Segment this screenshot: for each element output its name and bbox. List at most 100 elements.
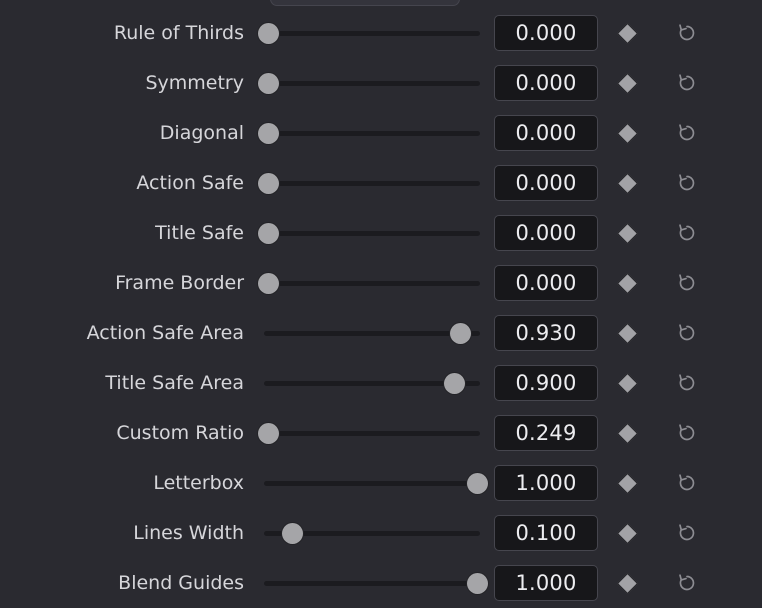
reset-arrow-icon	[674, 470, 700, 496]
reset-arrow-icon	[674, 570, 700, 596]
reset-arrow-icon	[674, 20, 700, 46]
slider-track[interactable]	[264, 31, 480, 36]
parameter-slider[interactable]	[257, 170, 486, 196]
parameter-value-input[interactable]: 0.000	[494, 215, 598, 251]
slider-handle[interactable]	[450, 323, 472, 344]
reset-button[interactable]	[656, 365, 718, 401]
parameter-row: Symmetry 0.000	[0, 58, 762, 108]
slider-track[interactable]	[264, 431, 480, 436]
parameter-slider[interactable]	[258, 470, 489, 496]
parameter-row: Custom Ratio 0.249	[0, 408, 762, 458]
reset-arrow-icon	[674, 120, 700, 146]
parameter-slider[interactable]	[257, 20, 486, 46]
reset-button[interactable]	[656, 65, 718, 101]
slider-handle[interactable]	[257, 223, 279, 244]
reset-arrow-icon	[674, 520, 700, 546]
slider-track[interactable]	[264, 131, 480, 136]
reset-arrow-icon	[674, 70, 700, 96]
slider-track[interactable]	[264, 581, 480, 586]
parameter-slider[interactable]	[257, 270, 486, 296]
slider-track[interactable]	[264, 231, 480, 236]
slider-handle[interactable]	[257, 73, 279, 94]
reset-button[interactable]	[656, 115, 718, 151]
parameter-value-input[interactable]: 0.249	[494, 415, 598, 451]
reset-arrow-icon	[674, 370, 700, 396]
parameter-value-input[interactable]: 0.000	[494, 65, 598, 101]
slider-handle[interactable]	[257, 173, 279, 194]
reset-button[interactable]	[656, 215, 718, 251]
slider-track[interactable]	[264, 331, 480, 336]
reset-arrow-icon	[674, 270, 700, 296]
reset-button[interactable]	[656, 415, 718, 451]
parameter-value-input[interactable]: 0.000	[494, 15, 598, 51]
keyframe-button[interactable]	[598, 165, 656, 201]
reset-arrow-icon	[674, 220, 700, 246]
slider-track[interactable]	[264, 81, 480, 86]
keyframe-button[interactable]	[598, 315, 656, 351]
keyframe-button[interactable]	[598, 115, 656, 151]
reset-button[interactable]	[656, 315, 718, 351]
reset-button[interactable]	[656, 565, 718, 601]
diamond-keyframe-icon	[616, 472, 638, 494]
parameter-slider[interactable]	[257, 220, 486, 246]
parameter-value-input[interactable]: 0.000	[494, 265, 598, 301]
diamond-keyframe-icon	[616, 222, 638, 244]
parameter-slider[interactable]	[257, 70, 486, 96]
slider-handle[interactable]	[257, 23, 279, 44]
parameter-row: Blend Guides 1.000	[0, 558, 762, 608]
slider-handle[interactable]	[467, 573, 489, 594]
reset-button[interactable]	[656, 265, 718, 301]
keyframe-button[interactable]	[598, 465, 656, 501]
parameter-label: Title Safe	[155, 222, 244, 244]
parameter-value-input[interactable]: 0.000	[494, 165, 598, 201]
keyframe-button[interactable]	[598, 65, 656, 101]
parameter-label: Diagonal	[159, 122, 244, 144]
reset-button[interactable]	[656, 515, 718, 551]
parameter-slider[interactable]	[257, 120, 486, 146]
parameter-row: Action Safe 0.000	[0, 158, 762, 208]
parameter-value-input[interactable]: 0.930	[494, 315, 598, 351]
parameter-row: Action Safe Area 0.930	[0, 308, 762, 358]
reset-arrow-icon	[674, 420, 700, 446]
parameter-slider[interactable]	[258, 520, 486, 546]
keyframe-button[interactable]	[598, 15, 656, 51]
parameter-slider[interactable]	[257, 420, 486, 446]
parameter-label: Letterbox	[153, 472, 244, 494]
slider-handle[interactable]	[467, 473, 489, 494]
parameter-value-input[interactable]: 0.900	[494, 365, 598, 401]
reset-button[interactable]	[656, 465, 718, 501]
parameter-value-input[interactable]: 1.000	[494, 565, 598, 601]
parameter-slider[interactable]	[258, 370, 486, 396]
parameter-label: Symmetry	[145, 72, 244, 94]
parameter-slider[interactable]	[258, 320, 486, 346]
reset-button[interactable]	[656, 165, 718, 201]
slider-handle[interactable]	[443, 373, 465, 394]
slider-handle[interactable]	[257, 273, 279, 294]
keyframe-button[interactable]	[598, 515, 656, 551]
diamond-keyframe-icon	[616, 122, 638, 144]
slider-track[interactable]	[264, 481, 480, 486]
diamond-keyframe-icon	[616, 172, 638, 194]
keyframe-button[interactable]	[598, 415, 656, 451]
slider-handle[interactable]	[281, 523, 303, 544]
parameter-label: Custom Ratio	[116, 422, 244, 444]
parameter-row: Rule of Thirds 0.000	[0, 8, 762, 58]
keyframe-button[interactable]	[598, 365, 656, 401]
diamond-keyframe-icon	[616, 22, 638, 44]
parameter-row: Title Safe 0.000	[0, 208, 762, 258]
parameter-value-input[interactable]: 0.100	[494, 515, 598, 551]
diamond-keyframe-icon	[616, 322, 638, 344]
slider-track[interactable]	[264, 181, 480, 186]
parameter-row: Diagonal 0.000	[0, 108, 762, 158]
parameter-value-input[interactable]: 1.000	[494, 465, 598, 501]
keyframe-button[interactable]	[598, 565, 656, 601]
reset-button[interactable]	[656, 15, 718, 51]
parameter-slider[interactable]	[258, 570, 489, 596]
slider-handle[interactable]	[257, 123, 279, 144]
parameter-value-input[interactable]: 0.000	[494, 115, 598, 151]
slider-handle[interactable]	[257, 423, 279, 444]
keyframe-button[interactable]	[598, 265, 656, 301]
partial-control-above[interactable]	[270, 0, 460, 6]
keyframe-button[interactable]	[598, 215, 656, 251]
slider-track[interactable]	[264, 281, 480, 286]
